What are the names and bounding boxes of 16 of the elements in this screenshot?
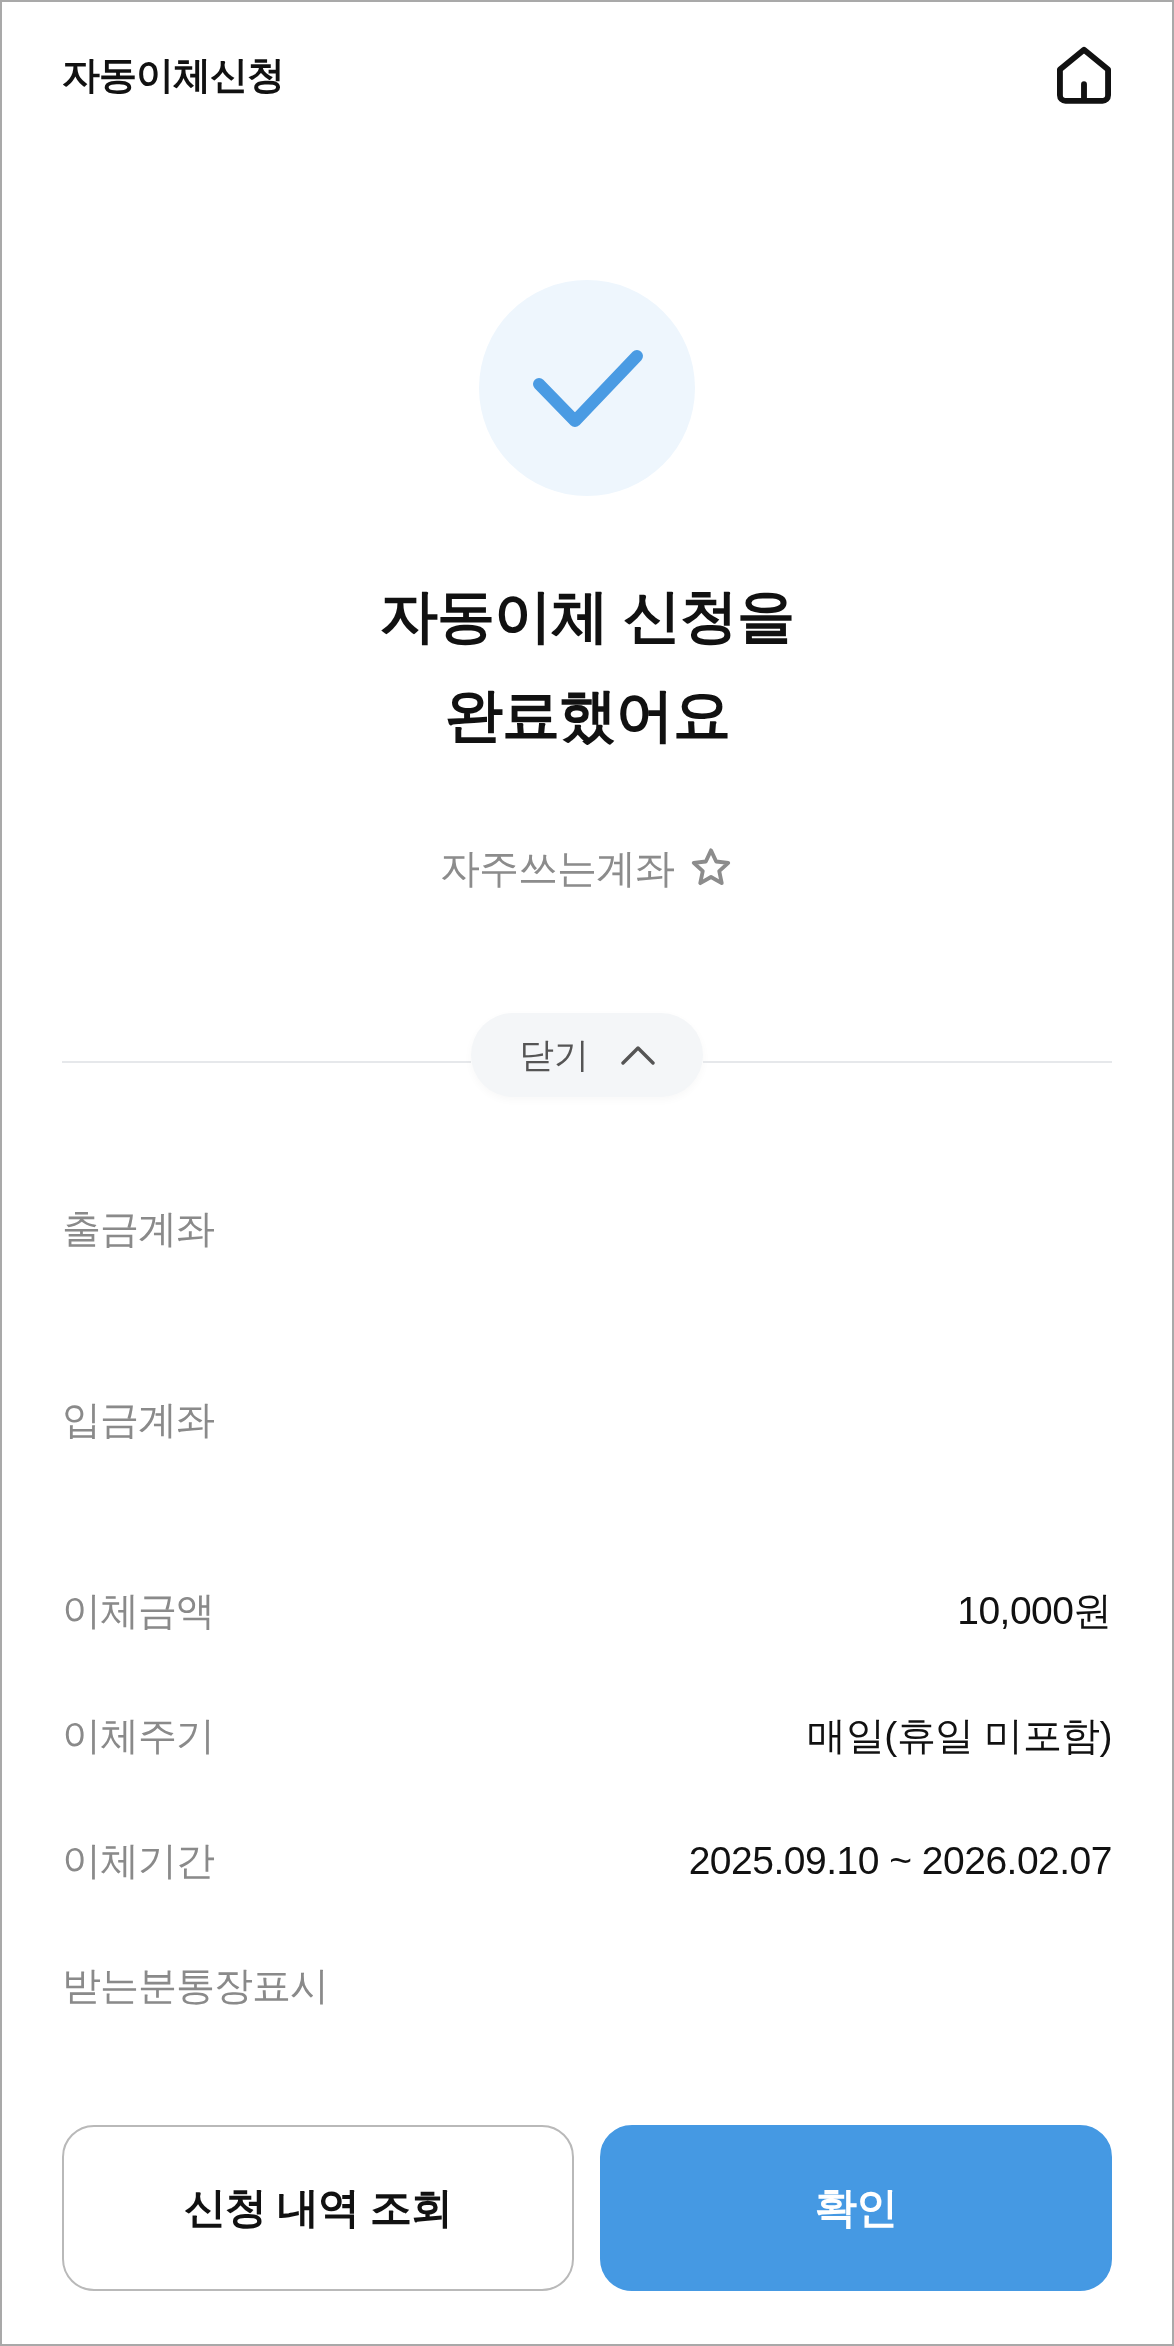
detail-label: 받는분통장표시 <box>62 1963 328 2009</box>
detail-label: 이체금액 <box>62 1588 214 1634</box>
home-button[interactable] <box>1056 46 1112 104</box>
home-icon <box>1056 46 1112 104</box>
check-icon <box>479 280 695 496</box>
detail-label: 출금계좌 <box>62 1206 214 1252</box>
page-title: 자동이체신청 <box>62 53 284 98</box>
detail-value: 2025.09.10 ~ 2026.02.07 <box>688 1838 1112 1884</box>
detail-value: 매일(휴일 미포함) <box>807 1713 1112 1759</box>
completion-headline: 자동이체 신청을 완료했어요 <box>379 582 795 749</box>
detail-label: 입금계좌 <box>62 1397 214 1443</box>
detail-label: 이체기간 <box>62 1838 214 1884</box>
detail-label: 이체주기 <box>62 1713 214 1759</box>
detail-value: 10,000원 <box>957 1588 1112 1634</box>
collapse-toggle[interactable]: 닫기 <box>471 1013 703 1097</box>
history-button[interactable]: 신청 내역 조회 <box>62 2125 574 2291</box>
